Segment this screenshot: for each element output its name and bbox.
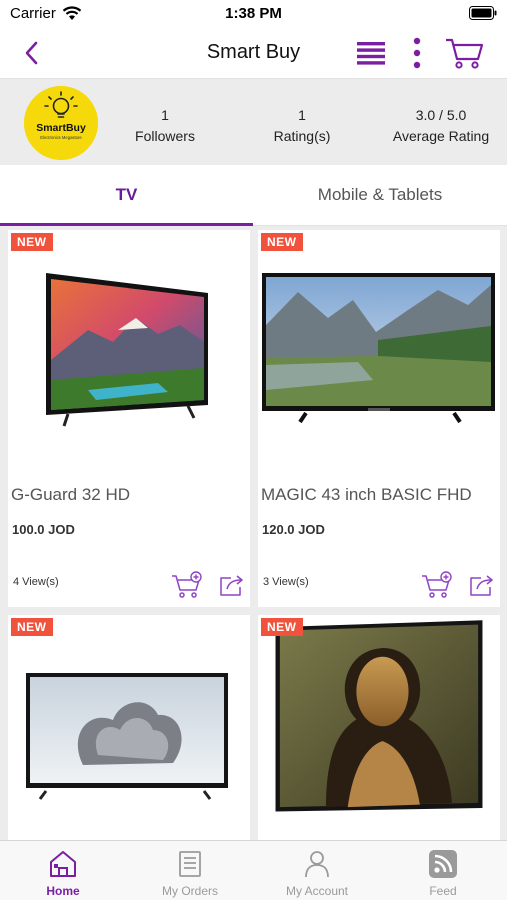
ratings-count: 1 — [298, 107, 306, 123]
battery-icon — [469, 6, 497, 20]
rss-feed-icon — [429, 850, 457, 878]
tab-my-account[interactable]: My Account — [254, 841, 380, 900]
app-screen: Carrier 1:38 PM Smart Buy SmartBuy Elect… — [0, 0, 507, 900]
product-name: MAGIC 43 inch BASIC FHD — [261, 485, 472, 504]
tab-my-orders-label: My Orders — [161, 884, 218, 898]
tab-my-orders[interactable]: My Orders — [127, 841, 253, 900]
list-menu-icon[interactable] — [357, 39, 385, 67]
orders-icon — [179, 851, 201, 877]
page-title: Smart Buy — [206, 41, 301, 63]
new-badge: NEW — [261, 233, 303, 251]
product-image-tv[interactable] — [8, 615, 250, 815]
product-image-tv[interactable] — [8, 230, 250, 430]
product-image-tv[interactable] — [258, 615, 500, 815]
account-icon — [305, 851, 329, 878]
tab-feed[interactable]: Feed — [380, 841, 506, 900]
product-card-magic[interactable]: NEW MAGIC 43 inch BASIC FHD 120.0 JOD 3 … — [258, 230, 500, 607]
ratings-stat[interactable]: 1 Rating(s) — [262, 105, 342, 147]
share-icon[interactable] — [468, 573, 495, 597]
store-header: SmartBuy Electronics Megastore 1 Followe… — [0, 79, 507, 165]
category-tabs: TV Mobile & Tablets — [0, 165, 507, 226]
home-icon — [50, 851, 76, 877]
followers-stat[interactable]: 1 Followers — [125, 105, 205, 147]
add-to-cart-icon[interactable] — [421, 571, 453, 599]
tab-home-label: Home — [46, 884, 80, 898]
status-bar: Carrier 1:38 PM — [0, 0, 507, 28]
product-views: 4 View(s) — [13, 576, 59, 588]
new-badge: NEW — [11, 233, 53, 251]
average-rating-label: Average Rating — [392, 128, 490, 144]
product-name: G-Guard 32 HD — [11, 485, 131, 504]
product-card-g-guard[interactable]: NEW G-Guard 32 HD 100.0 JOD 4 View(s) — [8, 230, 250, 607]
nav-bar: Smart Buy — [0, 28, 507, 79]
average-rating-value: 3.0 / 5.0 — [415, 107, 467, 123]
product-price: 100.0 JOD — [12, 522, 75, 537]
tab-home[interactable]: Home — [0, 841, 126, 900]
average-rating-stat: 3.0 / 5.0 Average Rating — [386, 105, 496, 147]
ratings-label: Rating(s) — [273, 128, 331, 144]
product-image-tv[interactable] — [258, 230, 500, 430]
cart-icon[interactable] — [444, 36, 484, 70]
product-card-4[interactable]: NEW — [258, 615, 500, 845]
tab-tv[interactable]: TV — [0, 165, 253, 226]
logo-tagline-text: Electronics Megastore — [40, 135, 82, 140]
store-logo[interactable]: SmartBuy Electronics Megastore — [24, 86, 98, 160]
product-price: 120.0 JOD — [262, 522, 325, 537]
new-badge: NEW — [261, 618, 303, 636]
bottom-tab-bar: Home My Orders My Account Feed — [0, 840, 507, 900]
tab-feed-label: Feed — [429, 884, 457, 898]
tab-mobile-tablets[interactable]: Mobile & Tablets — [253, 165, 507, 226]
product-views: 3 View(s) — [263, 576, 309, 588]
product-card-3[interactable]: NEW — [8, 615, 250, 845]
logo-brand-text: SmartBuy — [36, 122, 86, 134]
add-to-cart-icon[interactable] — [171, 571, 203, 599]
tab-my-account-label: My Account — [285, 884, 349, 898]
clock: 1:38 PM — [225, 5, 282, 22]
new-badge: NEW — [11, 618, 53, 636]
share-icon[interactable] — [218, 573, 245, 597]
followers-count: 1 — [161, 107, 169, 123]
more-vertical-icon[interactable] — [409, 36, 425, 70]
followers-label: Followers — [135, 128, 195, 144]
tab-selected-indicator — [0, 223, 253, 226]
